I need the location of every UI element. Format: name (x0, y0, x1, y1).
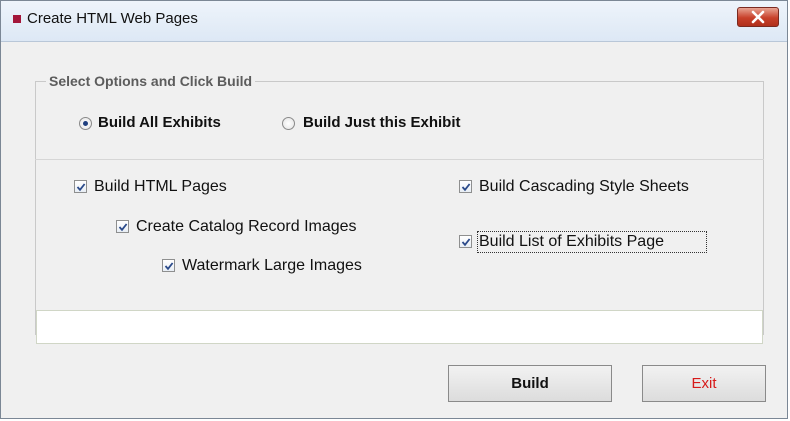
title-bar[interactable]: Create HTML Web Pages (1, 1, 787, 42)
checkbox-build-list-of-exhibits-page[interactable] (459, 235, 472, 248)
checkmark-icon (461, 238, 471, 247)
options-legend: Select Options and Click Build (46, 73, 256, 89)
build-button[interactable]: Build (448, 365, 612, 402)
progress-bar (36, 310, 763, 344)
checkbox-label-cascading[interactable]: Build Cascading Style Sheets (479, 178, 689, 196)
close-icon (751, 10, 765, 24)
close-button[interactable] (737, 7, 779, 27)
radio-label-build-just-this[interactable]: Build Just this Exhibit (303, 114, 461, 131)
radio-label-build-all[interactable]: Build All Exhibits (98, 114, 221, 131)
app-icon (13, 15, 21, 23)
checkmark-icon (461, 183, 471, 192)
checkbox-create-catalog-record-images[interactable] (116, 220, 129, 233)
dialog-window: Create HTML Web Pages Select Options and… (0, 0, 788, 419)
group-divider (35, 159, 764, 160)
checkbox-build-cascading-style-sheets[interactable] (459, 180, 472, 193)
radio-build-all-exhibits[interactable] (79, 117, 92, 130)
checkbox-build-html-pages[interactable] (74, 180, 87, 193)
checkmark-icon (76, 183, 86, 192)
checkmark-icon (164, 262, 174, 271)
checkbox-watermark-large-images[interactable] (162, 259, 175, 272)
exit-button[interactable]: Exit (642, 365, 766, 402)
checkbox-label-build-html-pages[interactable]: Build HTML Pages (94, 178, 227, 196)
checkbox-label-create-catalog[interactable]: Create Catalog Record Images (136, 218, 357, 236)
radio-selected-dot (83, 121, 88, 126)
checkmark-icon (118, 223, 128, 232)
window-title: Create HTML Web Pages (27, 10, 198, 27)
checkbox-label-watermark[interactable]: Watermark Large Images (182, 257, 362, 275)
checkbox-label-list-of-exhibits[interactable]: Build List of Exhibits Page (479, 233, 664, 251)
client-area: Select Options and Click Build Build All… (1, 42, 787, 418)
radio-build-just-this-exhibit[interactable] (282, 117, 295, 130)
